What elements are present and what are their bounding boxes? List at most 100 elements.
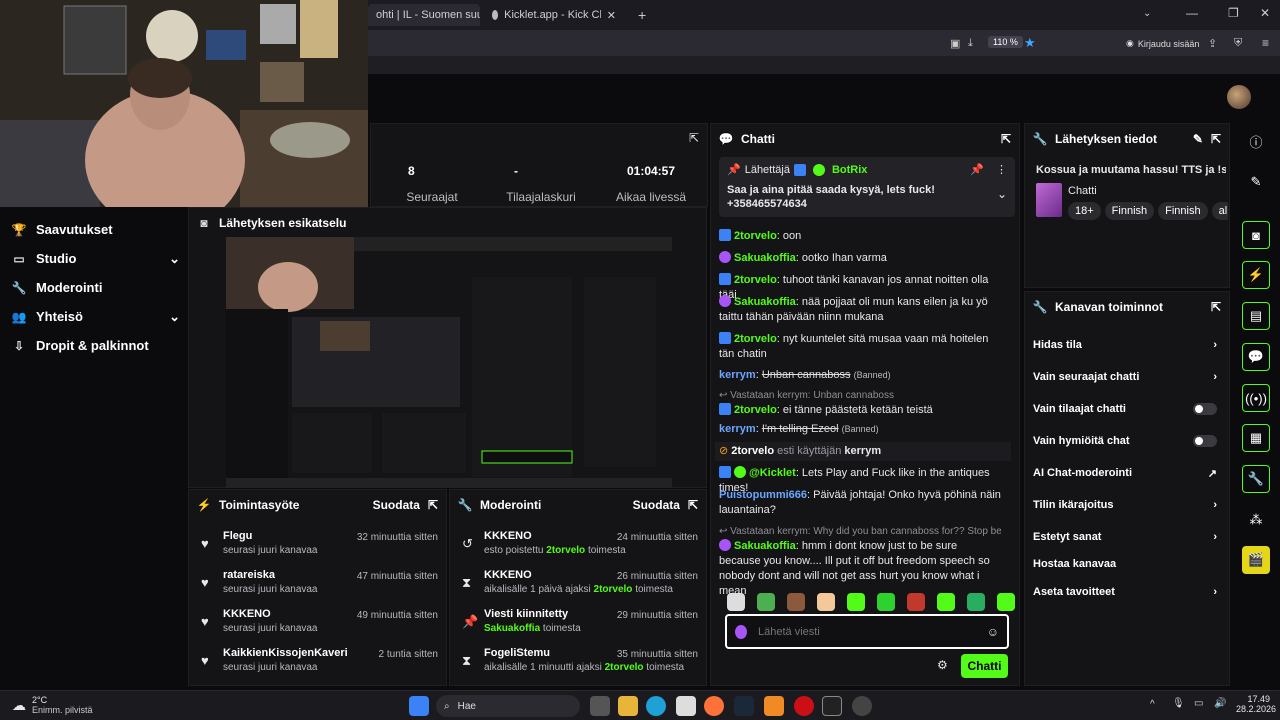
nav-item-moderation[interactable]: 🔧 Moderointi: [12, 280, 180, 295]
obs-icon[interactable]: [852, 696, 872, 716]
file-explorer-icon[interactable]: [618, 696, 638, 716]
windows-start-icon[interactable]: [409, 696, 429, 716]
nodes-icon[interactable]: ⁂: [1242, 506, 1270, 534]
popout-icon[interactable]: ⇱: [1001, 132, 1011, 146]
chevron-down-icon[interactable]: ⌄: [1143, 8, 1151, 19]
chat-user[interactable]: 2torvelo: [731, 445, 774, 457]
emote-icon[interactable]: [727, 593, 745, 611]
download-page-icon[interactable]: ⤓: [968, 37, 973, 50]
new-tab-icon[interactable]: +: [638, 7, 646, 23]
emote-icon[interactable]: [937, 593, 955, 611]
steam-icon[interactable]: [734, 696, 754, 716]
reply-context[interactable]: Vastataan kerrym: Unban cannaboss: [730, 390, 894, 401]
emote-icon[interactable]: [967, 593, 985, 611]
activity-user[interactable]: Flegu: [223, 530, 318, 542]
tag[interactable]: Finnish: [1158, 202, 1208, 220]
layout-icon[interactable]: ▦: [1242, 424, 1270, 452]
nav-item-community[interactable]: 👥 Yhteisö ⌄: [12, 309, 180, 325]
preview-video[interactable]: [226, 237, 672, 488]
pencil-icon[interactable]: ✎: [1242, 168, 1270, 196]
edge-icon[interactable]: [646, 696, 666, 716]
nav-item-studio[interactable]: ▭ Studio ⌄: [12, 251, 180, 267]
setting-host-channel[interactable]: Hostaa kanavaa: [1033, 549, 1221, 579]
setting-banned-words[interactable]: Estetyt sanat ›: [1033, 522, 1221, 552]
tag[interactable]: 18+: [1068, 202, 1101, 220]
chat-user[interactable]: 2torvelo: [734, 230, 777, 242]
chat-user[interactable]: 2torvelo: [734, 333, 777, 345]
chat-user[interactable]: kerrym: [719, 423, 756, 435]
mod-actor[interactable]: 2torvelo: [594, 584, 633, 595]
setting-subscribers-only[interactable]: Vain tilaajat chatti: [1033, 394, 1221, 424]
setting-followers-only[interactable]: Vain seuraajat chatti ›: [1033, 362, 1221, 392]
popout-icon[interactable]: ⇱: [688, 498, 698, 512]
menu-icon[interactable]: ≡: [1262, 36, 1269, 50]
emote-icon[interactable]: [817, 593, 835, 611]
browser-tab-1[interactable]: ohti | IL - Suomen suurin uu: [368, 4, 480, 26]
chat-user[interactable]: 2torvelo: [734, 404, 777, 416]
firefox-icon[interactable]: [704, 696, 724, 716]
info-icon[interactable]: ⓘ: [1242, 127, 1270, 155]
reply-context[interactable]: Vastataan kerrym: Why did you ban cannab…: [730, 526, 1001, 537]
setting-set-goals[interactable]: Aseta tavoitteet ›: [1033, 577, 1221, 607]
maximize-icon[interactable]: ❐: [1228, 6, 1239, 20]
emote-icon[interactable]: [787, 593, 805, 611]
chat-user[interactable]: @Kicklet: [749, 467, 796, 479]
category-name[interactable]: Chatti: [1068, 185, 1097, 197]
wrench-icon[interactable]: 🔧: [1242, 465, 1270, 493]
signin-button[interactable]: ◉ Kirjaudu sisään: [1126, 38, 1199, 49]
filter-button[interactable]: Suodata: [633, 498, 680, 512]
activity-user[interactable]: KKKENO: [223, 608, 318, 620]
mod-user[interactable]: Viesti kiinnitetty: [484, 608, 581, 620]
chevron-down-icon[interactable]: ⌄: [997, 187, 1007, 201]
chat-user[interactable]: 2torvelo: [734, 274, 777, 286]
more-icon[interactable]: ⋮: [996, 163, 1007, 176]
chat-bubble-icon[interactable]: 💬: [1242, 343, 1270, 371]
pencil-icon[interactable]: ✎: [1193, 132, 1203, 146]
volume-icon[interactable]: 🔊: [1214, 698, 1226, 709]
emote-icon[interactable]: [847, 593, 865, 611]
setting-slow-mode[interactable]: Hidas tila ›: [1033, 330, 1221, 360]
toggle-switch[interactable]: [1193, 435, 1217, 447]
tag[interactable]: al: [1211, 202, 1228, 220]
setting-ai-moderation[interactable]: AI Chat-moderointi ↗: [1033, 458, 1221, 488]
terminal-icon[interactable]: [822, 696, 842, 716]
emote-icon[interactable]: [907, 593, 925, 611]
setting-age-restriction[interactable]: Tilin ikärajoitus ›: [1033, 490, 1221, 520]
tag[interactable]: Finnish: [1104, 202, 1155, 220]
mod-user[interactable]: KKKENO: [484, 530, 626, 542]
clapper-icon[interactable]: 🎬: [1242, 546, 1270, 574]
toggle-switch[interactable]: [1193, 403, 1217, 415]
chat-user[interactable]: kerrym: [719, 369, 756, 381]
mod-actor[interactable]: 2torvelo: [605, 662, 644, 673]
task-view-icon[interactable]: [590, 696, 610, 716]
minimize-icon[interactable]: —: [1186, 6, 1198, 20]
mod-actor[interactable]: 2torvelo: [546, 545, 585, 556]
gear-icon[interactable]: ⚙: [937, 658, 948, 672]
mod-actor[interactable]: Sakuakoffia: [484, 623, 540, 634]
tray-chevron-icon[interactable]: ^: [1150, 699, 1155, 710]
microphone-icon[interactable]: 🎙: [1172, 698, 1185, 709]
emote-icon[interactable]: [997, 593, 1015, 611]
close-window-icon[interactable]: ✕: [1260, 6, 1270, 20]
camera-icon[interactable]: ◙: [1242, 221, 1270, 249]
chat-user[interactable]: Sakuakoffia: [734, 296, 796, 308]
setting-emote-only[interactable]: Vain hymiöitä chat: [1033, 426, 1221, 456]
close-icon[interactable]: ✕: [607, 9, 616, 22]
zoom-level[interactable]: 110 %: [988, 36, 1023, 48]
chat-user[interactable]: Puistopummi666: [719, 489, 807, 501]
bookmark-star-icon[interactable]: ★: [1024, 35, 1036, 51]
emoji-icon[interactable]: ☺: [987, 625, 999, 639]
popout-icon[interactable]: ⇱: [1211, 300, 1221, 314]
activity-user[interactable]: KaikkienKissojenKaveri: [223, 647, 348, 659]
browser-tab-2[interactable]: Kicklet.app - Kick Chatbot and C ✕: [484, 4, 624, 26]
user-avatar[interactable]: [1227, 85, 1251, 109]
weather-widget[interactable]: ☁ 2°C Enimm. pilvistä: [12, 695, 93, 715]
send-chat-button[interactable]: Chatti: [961, 654, 1008, 678]
emote-icon[interactable]: [877, 593, 895, 611]
nav-item-drops[interactable]: ⇩ Dropit & palkinnot: [12, 338, 180, 353]
popout-icon[interactable]: ⇱: [1211, 132, 1221, 146]
shield-icon[interactable]: ⛨: [1234, 37, 1242, 50]
chat-input[interactable]: [758, 625, 979, 638]
clock[interactable]: 17.49 28.2.2026: [1236, 694, 1276, 714]
pinned-user[interactable]: BotRix: [832, 164, 867, 176]
